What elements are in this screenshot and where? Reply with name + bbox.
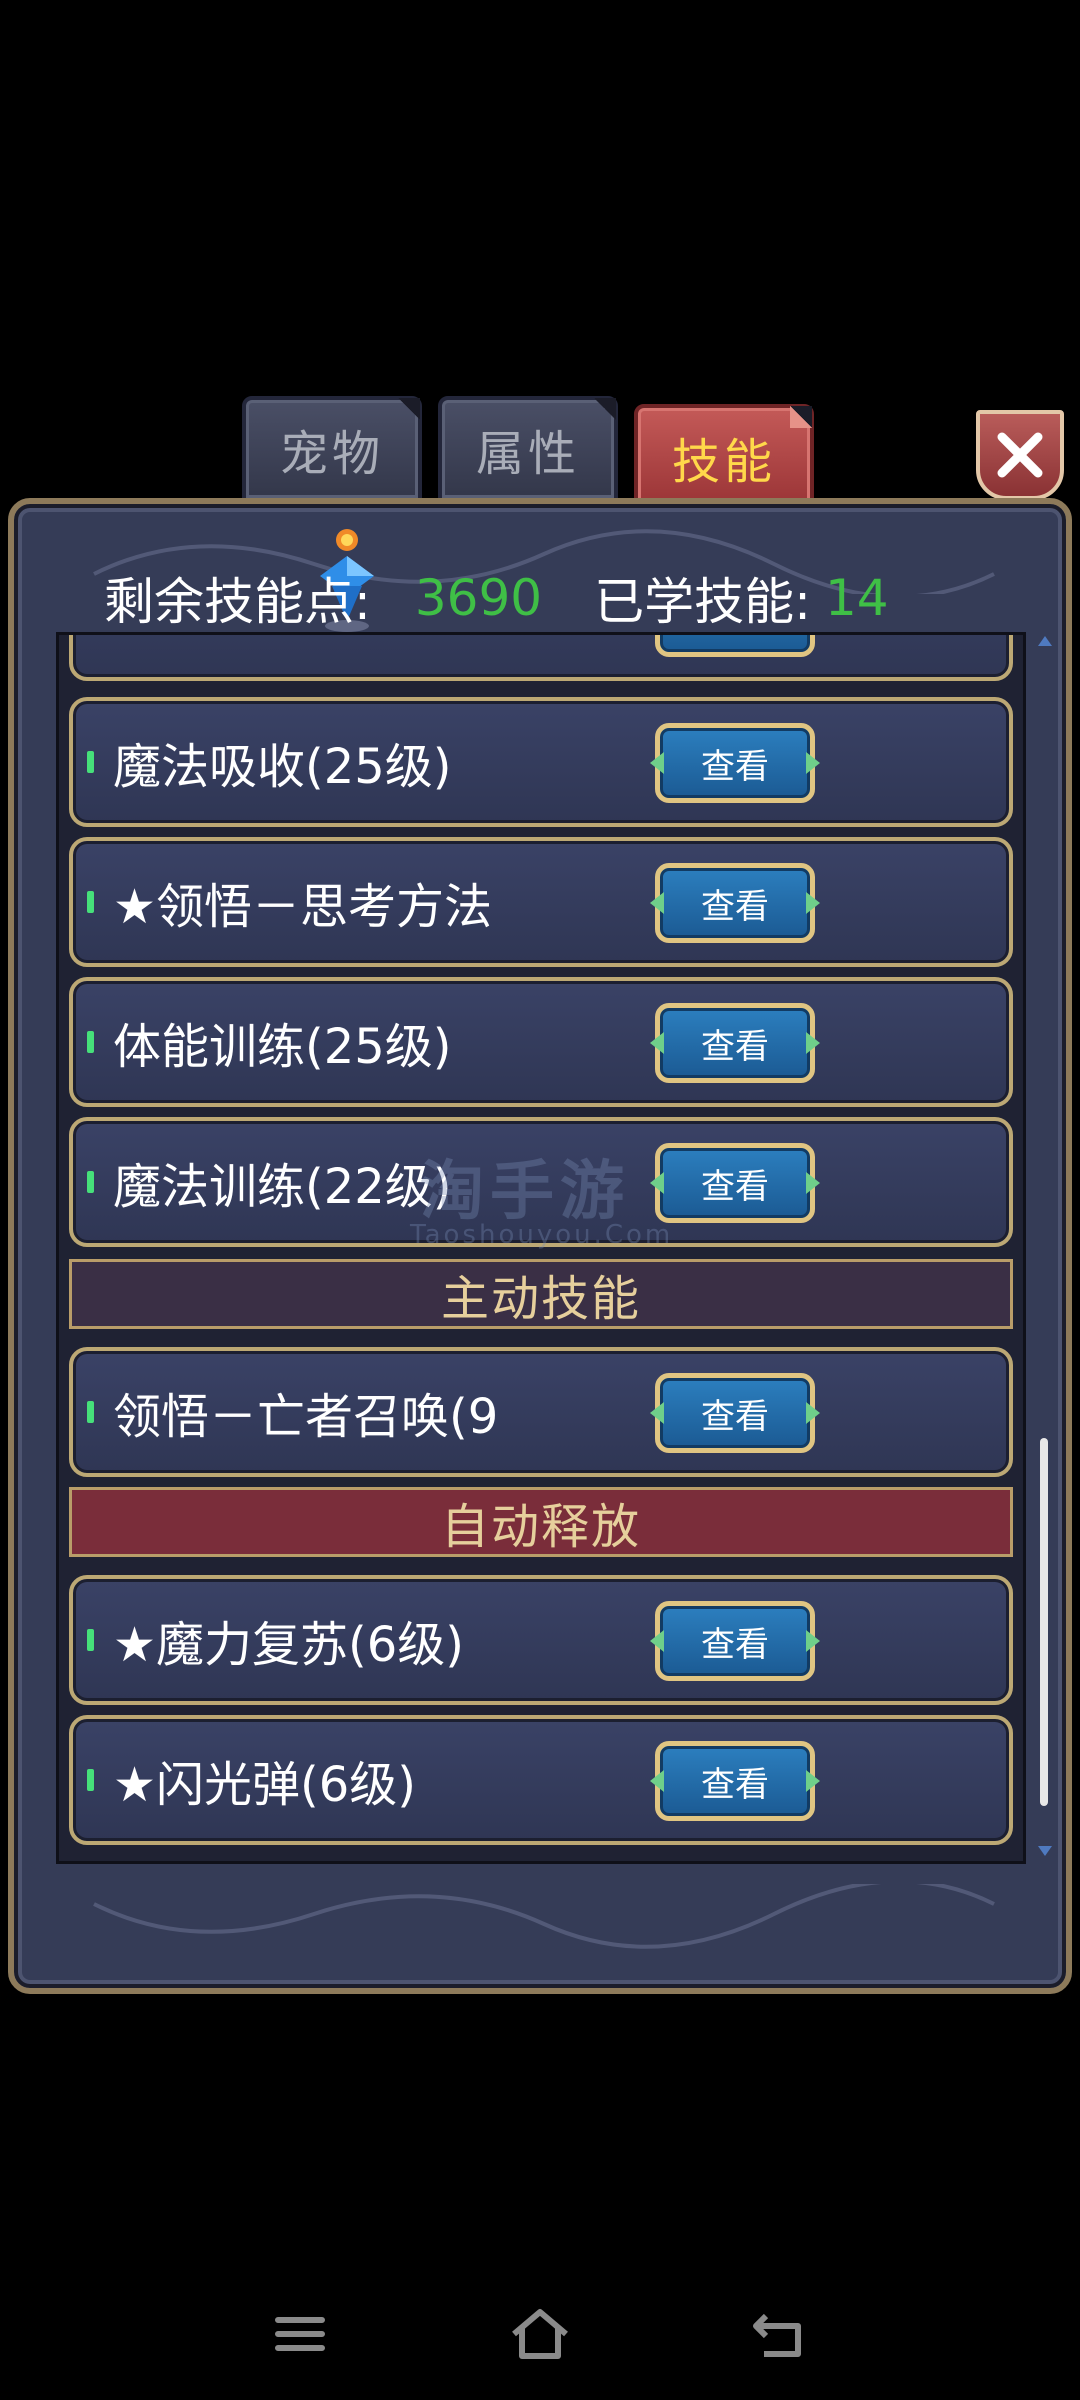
- tab-attributes-label: 属性: [475, 426, 580, 482]
- skill-pip: [87, 1629, 94, 1651]
- skill-pip: [87, 1401, 94, 1423]
- close-icon: [997, 432, 1043, 478]
- skill-name: 体能训练(25级): [113, 1019, 452, 1075]
- view-button[interactable]: 查看: [655, 863, 815, 943]
- section-header-auto-release: 自动释放: [69, 1487, 1013, 1557]
- skill-name: 魔法吸收(25级): [113, 739, 452, 795]
- view-button[interactable]: 查看: [655, 1143, 815, 1223]
- learned-skills-label: 已学技能:: [594, 573, 811, 631]
- skill-name: ★领悟－思考方法: [113, 879, 493, 935]
- skill-points-header: 剩余技能点: 3690 已学技能: 14: [104, 558, 889, 638]
- back-icon: [753, 2313, 801, 2357]
- skill-pip: [87, 1171, 94, 1193]
- section-title: 自动释放: [440, 1499, 641, 1555]
- view-button[interactable]: 查看: [655, 1601, 815, 1681]
- skill-name: ★闪光弹(6级): [113, 1757, 417, 1813]
- skill-pip: [87, 1769, 94, 1791]
- system-navigation-bar: [0, 2260, 1080, 2400]
- view-button[interactable]: 查看: [655, 1373, 815, 1453]
- tab-skills[interactable]: 技能: [634, 404, 814, 510]
- view-button-partial[interactable]: [655, 635, 815, 657]
- skill-row: 领悟－亡者召唤(9 查看: [69, 1347, 1013, 1477]
- game-screen: 宠物 属性 技能 剩余技能点: 3690 已学技能: 14 魔法吸收(25级) …: [0, 0, 1080, 2400]
- skill-name: 领悟－亡者召唤(9: [113, 1389, 499, 1445]
- section-header-active-skills: 主动技能: [69, 1259, 1013, 1329]
- remaining-points-label: 剩余技能点:: [104, 573, 371, 631]
- view-button[interactable]: 查看: [655, 723, 815, 803]
- skill-pip: [87, 751, 94, 773]
- home-icon: [512, 2309, 568, 2359]
- tab-skills-label: 技能: [671, 434, 776, 490]
- close-button[interactable]: [976, 410, 1064, 500]
- tab-attributes[interactable]: 属性: [438, 396, 618, 502]
- skill-pip: [87, 891, 94, 913]
- skill-pip: [87, 1031, 94, 1053]
- skill-row: ★魔力复苏(6级) 查看: [69, 1575, 1013, 1705]
- skill-name: ★魔力复苏(6级): [113, 1617, 465, 1673]
- skill-row: 魔法吸收(25级) 查看: [69, 697, 1013, 827]
- back-button[interactable]: [740, 2294, 820, 2374]
- tab-pet[interactable]: 宠物: [242, 396, 422, 502]
- view-button[interactable]: 查看: [655, 1741, 815, 1821]
- panel-bottom-ornament: [93, 1884, 995, 1949]
- section-title: 主动技能: [440, 1271, 641, 1327]
- skill-row: ★领悟－思考方法 查看: [69, 837, 1013, 967]
- view-button[interactable]: 查看: [655, 1003, 815, 1083]
- menu-icon: [275, 2317, 325, 2351]
- scroll-up-icon: [1038, 636, 1052, 646]
- watermark-subtitle: Taoshouyou.Com: [410, 1220, 674, 1250]
- learned-skills-value: 14: [824, 569, 889, 627]
- scroll-thumb[interactable]: [1040, 1438, 1048, 1806]
- menu-button[interactable]: [260, 2294, 340, 2374]
- tab-pet-label: 宠物: [279, 426, 384, 482]
- scroll-down-icon: [1038, 1846, 1052, 1856]
- remaining-points-value: 3690: [414, 569, 543, 627]
- skill-row: 体能训练(25级) 查看: [69, 977, 1013, 1107]
- skill-row-partial: [69, 635, 1013, 681]
- scrollbar[interactable]: [1036, 634, 1054, 1858]
- watermark: 淘手游: [420, 1155, 630, 1229]
- skill-row: ★闪光弹(6级) 查看: [69, 1715, 1013, 1845]
- home-button[interactable]: [500, 2294, 580, 2374]
